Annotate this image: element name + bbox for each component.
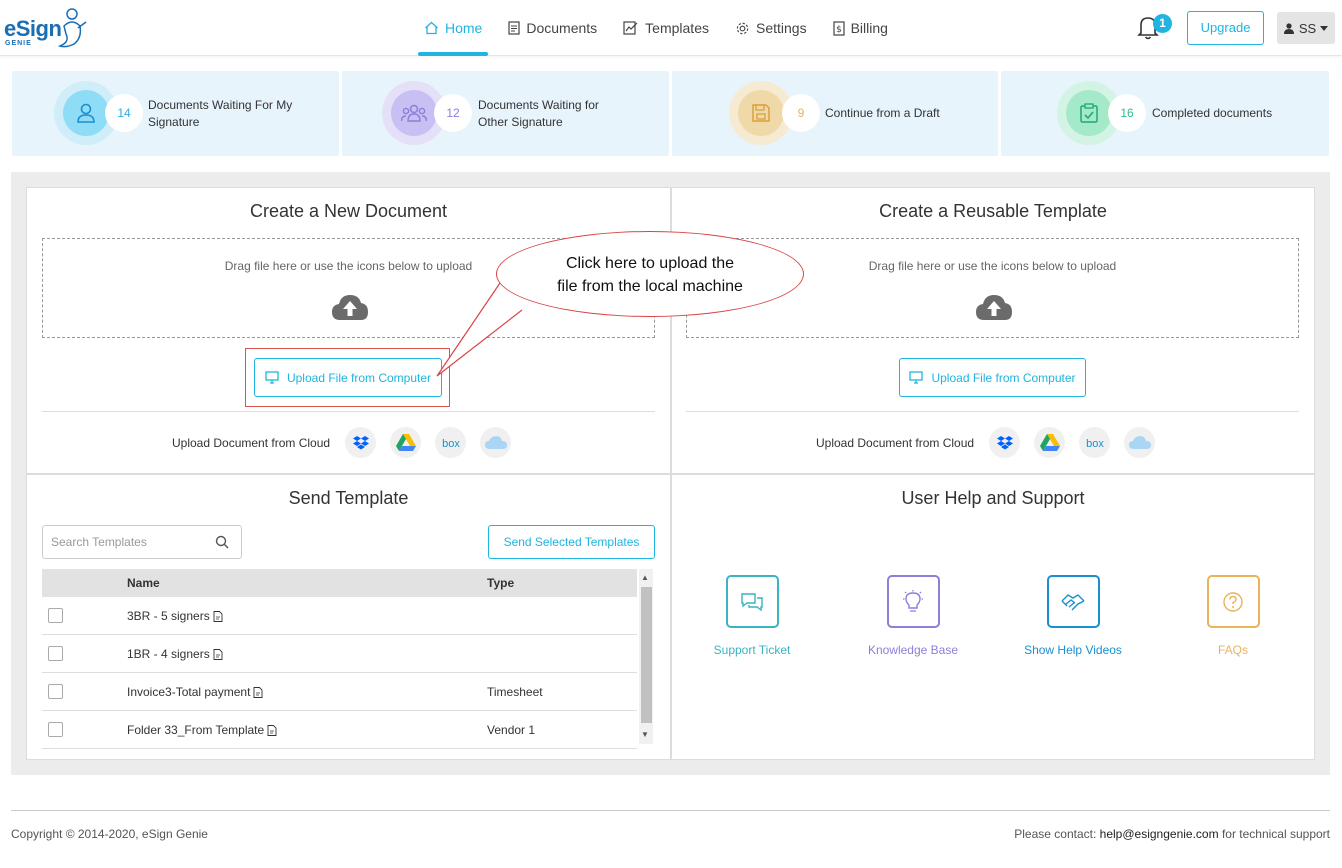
callout-bubble: Click here to upload the file from the l… (496, 231, 804, 317)
callout-pointer (436, 282, 523, 377)
